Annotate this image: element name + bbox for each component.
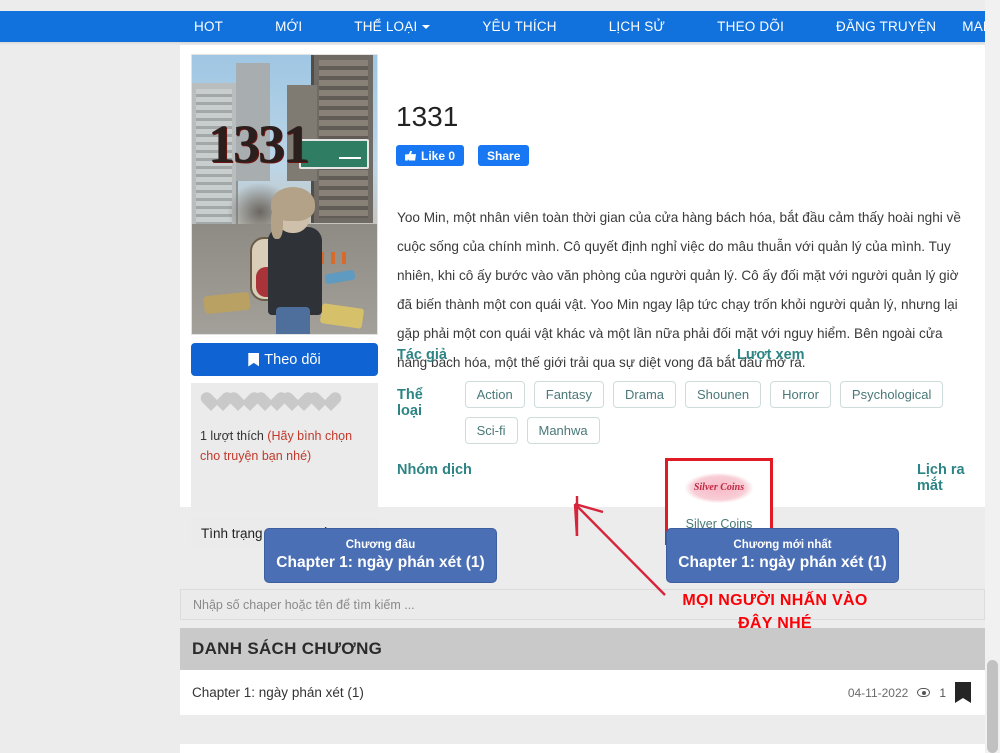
eye-icon xyxy=(917,688,930,697)
thumbs-up-icon xyxy=(405,151,416,161)
group-schedule-row: Nhóm dịch Silver Coins Silver Coins Lịch… xyxy=(397,462,983,478)
author-label: Tác giả xyxy=(397,347,447,371)
follow-button[interactable]: Theo dõi xyxy=(191,343,378,376)
nav-item-dang-truyen[interactable]: ĐĂNG TRUYỆN xyxy=(836,19,936,34)
chapter-row-name[interactable]: Chapter 1: ngày phán xét (1) xyxy=(192,685,364,700)
nav-item-moi[interactable]: MỚI xyxy=(275,19,302,34)
genre-tag-action[interactable]: Action xyxy=(465,381,525,408)
latest-chapter-button[interactable]: Chương mới nhất Chapter 1: ngày phán xét… xyxy=(666,528,899,583)
genre-tag-scifi[interactable]: Sci-fi xyxy=(465,417,518,444)
chapter-row-views: 1 xyxy=(939,686,946,700)
genre-tag-drama[interactable]: Drama xyxy=(613,381,676,408)
nav-item-lich-su[interactable]: LỊCH SỬ xyxy=(609,19,665,34)
genre-tag-fantasy[interactable]: Fantasy xyxy=(534,381,604,408)
genre-tag-shounen[interactable]: Shounen xyxy=(685,381,761,408)
heart-icon-4[interactable] xyxy=(281,393,304,414)
genre-tag-manhwa[interactable]: Manhwa xyxy=(527,417,600,444)
genre-tag-list: Action Fantasy Drama Shounen Horror Psyc… xyxy=(465,381,983,444)
rating-panel: 1 lượt thích (Hãy bình chọn cho truyện b… xyxy=(191,383,378,513)
social-buttons: Like 0 Share xyxy=(396,145,529,166)
chapter-search-input[interactable] xyxy=(180,589,985,620)
chapter-row-date: 04-11-2022 xyxy=(848,686,909,700)
chapter-list-heading: DANH SÁCH CHƯƠNG xyxy=(180,628,985,670)
nav-item-theo-doi[interactable]: THEO DÕI xyxy=(717,19,784,34)
author-views-row: Tác giả Lượt xem 1 xyxy=(397,347,983,371)
chevron-down-icon xyxy=(422,25,430,29)
cover-road-sign xyxy=(299,139,369,169)
first-chapter-button[interactable]: Chương đầu Chapter 1: ngày phán xét (1) xyxy=(264,528,497,583)
nav-item-the-loai-label: THỂ LOẠI xyxy=(354,19,417,34)
genre-label: Thể loại xyxy=(397,381,443,444)
nav-item-hot[interactable]: HOT xyxy=(194,19,223,34)
nav-item-the-loai[interactable]: THỂ LOẠI xyxy=(354,19,430,34)
table-row[interactable]: Chapter 1: ngày phán xét (1) 04-11-2022 … xyxy=(180,670,985,716)
bookmark-icon[interactable] xyxy=(955,682,971,703)
heart-icon-1[interactable] xyxy=(200,393,223,414)
facebook-share-button[interactable]: Share xyxy=(478,145,529,166)
bookmark-icon xyxy=(248,353,259,367)
main-navigation: HOT MỚI THỂ LOẠI YÊU THÍCH LỊCH SỬ THEO … xyxy=(0,11,1000,42)
latest-chapter-name: Chapter 1: ngày phán xét (1) xyxy=(678,554,886,572)
heart-icon-2[interactable] xyxy=(227,393,250,414)
latest-chapter-caption: Chương mới nhất xyxy=(733,539,831,551)
comic-detail-card: 1331 Theo dõi 1 lượt thích (Hãy bình chọ… xyxy=(180,45,985,507)
page-title: 1331 xyxy=(396,101,458,133)
views-label: Lượt xem xyxy=(737,347,805,363)
cover-character-legs xyxy=(276,307,310,335)
heart-icon-5[interactable] xyxy=(308,393,331,414)
page-root: HOT MỚI THỂ LOẠI YÊU THÍCH LỊCH SỬ THEO … xyxy=(0,0,1000,753)
heart-icon-3[interactable] xyxy=(254,393,277,414)
genre-tag-horror[interactable]: Horror xyxy=(770,381,831,408)
first-chapter-caption: Chương đầu xyxy=(346,539,416,551)
cover-title-text: 1331 xyxy=(208,113,308,175)
scrollbar-thumb[interactable] xyxy=(987,660,998,753)
like-count-row: 1 lượt thích (Hãy bình chọn cho truyện b… xyxy=(200,426,369,466)
first-chapter-name: Chapter 1: ngày phán xét (1) xyxy=(276,554,484,572)
group-label: Nhóm dịch xyxy=(397,462,472,478)
genre-tag-psychological[interactable]: Psychological xyxy=(840,381,944,408)
like-count-text: 1 lượt thích xyxy=(200,429,264,443)
facebook-like-button[interactable]: Like 0 xyxy=(396,145,464,166)
comic-cover-image[interactable]: 1331 xyxy=(191,54,378,335)
chapter-list-panel: DANH SÁCH CHƯƠNG Chapter 1: ngày phán xé… xyxy=(180,628,985,716)
page-scrollbar[interactable] xyxy=(985,0,1000,753)
chapter-row-meta: 04-11-2022 1 xyxy=(848,682,971,703)
silver-coins-logo-icon: Silver Coins xyxy=(685,473,753,503)
nav-item-yeu-thich[interactable]: YÊU THÍCH xyxy=(482,19,556,34)
genre-row: Thể loại Action Fantasy Drama Shounen Ho… xyxy=(397,381,983,444)
schedule-label: Lịch ra mắt xyxy=(917,462,983,494)
cover-character-body xyxy=(268,227,322,315)
follow-button-label: Theo dõi xyxy=(264,352,320,368)
bottom-panel xyxy=(180,744,985,753)
cover-character-hair-side xyxy=(271,207,283,239)
facebook-like-label: Like 0 xyxy=(421,149,455,163)
status-label: Tình trạng xyxy=(201,526,263,541)
heart-rating-group[interactable] xyxy=(200,393,369,414)
nav-items-container: HOT MỚI THỂ LOẠI YÊU THÍCH LỊCH SỬ THEO … xyxy=(194,19,993,34)
